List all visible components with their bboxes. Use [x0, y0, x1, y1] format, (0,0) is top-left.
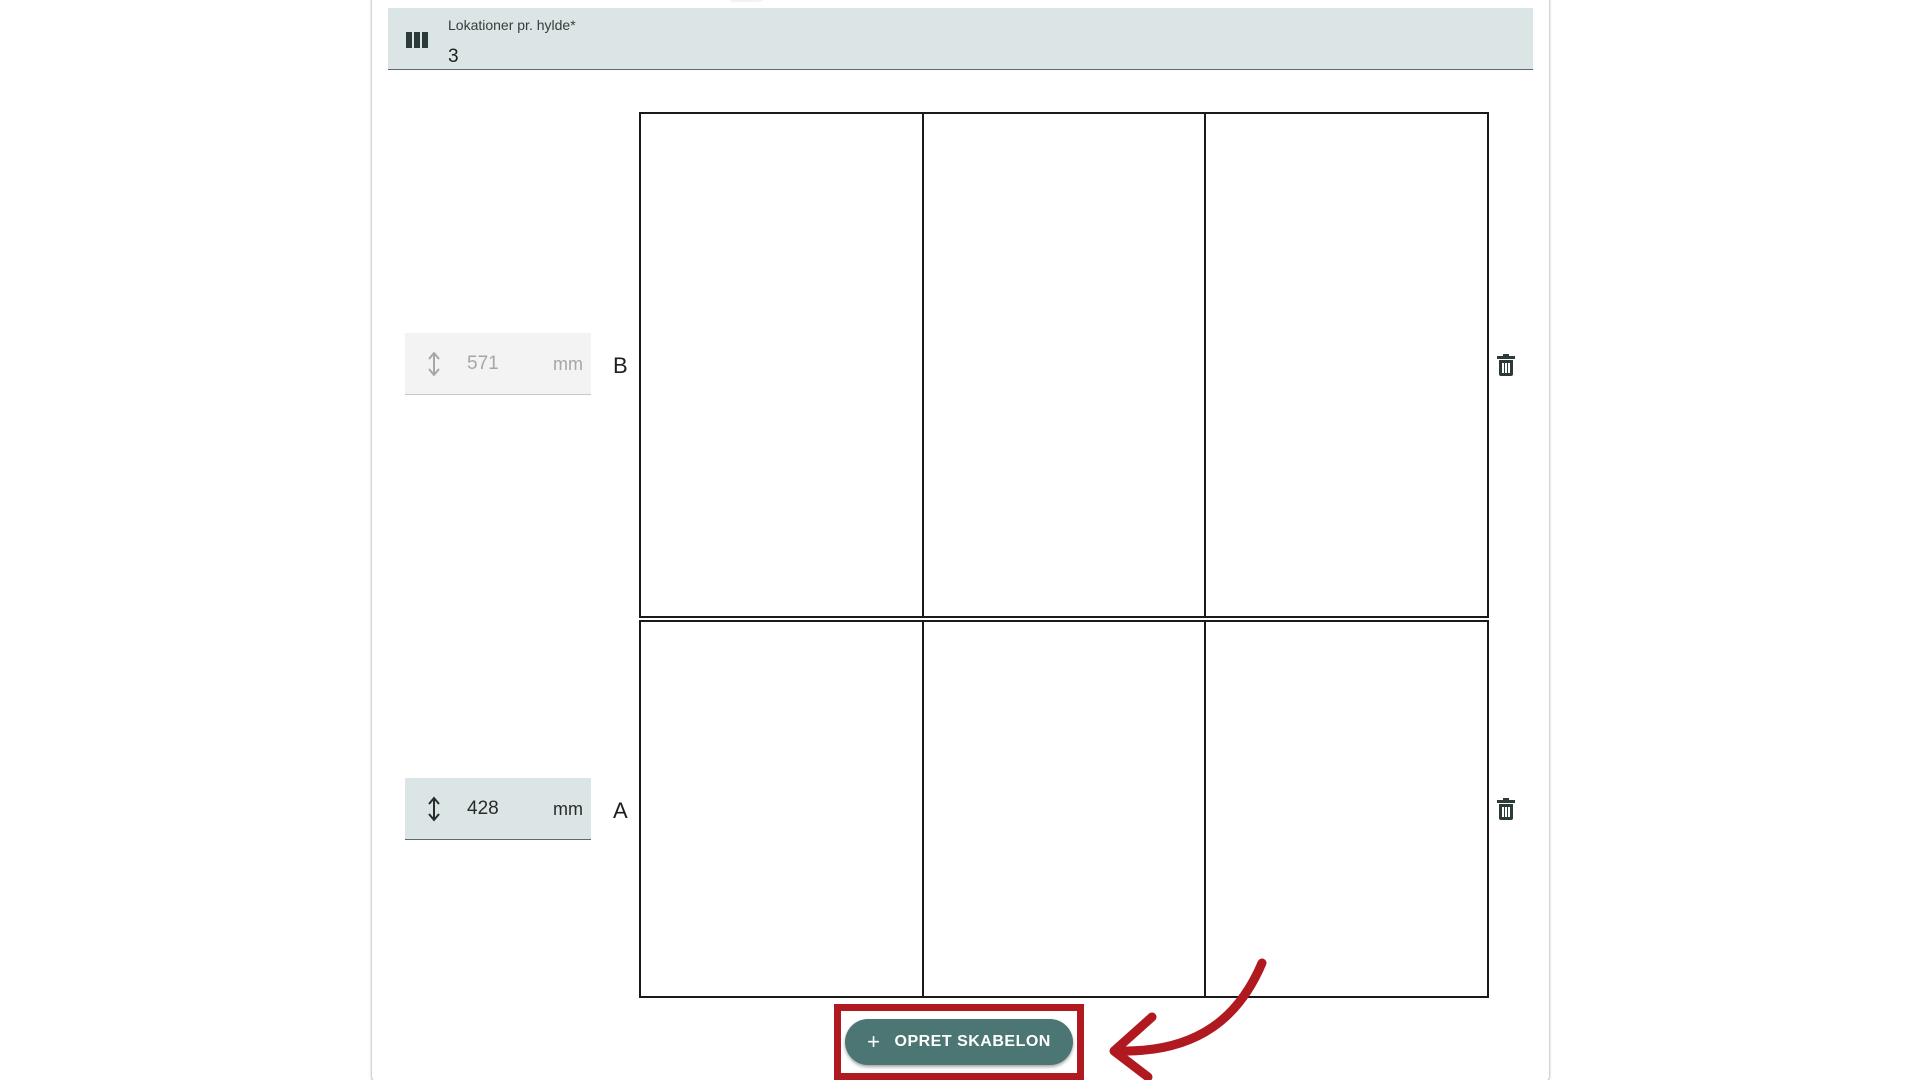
create-template-button[interactable]: + OPRET SKABELON	[845, 1019, 1073, 1065]
shelf-b-label: B	[613, 353, 628, 378]
page: Lokationer pr. hylde* 3 571 mm B 428 mm …	[0, 0, 1920, 1080]
shelf-b	[639, 112, 1489, 618]
shelf-b-location-cell[interactable]	[641, 114, 924, 616]
trash-icon[interactable]	[1497, 798, 1515, 820]
locations-per-shelf-value[interactable]: 3	[448, 46, 459, 68]
shelf-b-height-value[interactable]: 571	[467, 353, 499, 375]
shelf-a-height-input[interactable]: 428 mm	[405, 778, 591, 840]
shelf-a-label: A	[613, 798, 628, 823]
columns-icon	[406, 32, 428, 48]
shelf-a-height-unit: mm	[553, 799, 583, 819]
shelf-a	[639, 620, 1489, 998]
shelf-a-height-value[interactable]: 428	[467, 798, 499, 820]
plus-icon: +	[867, 1029, 881, 1054]
shelf-a-location-cell[interactable]	[923, 622, 1207, 996]
shelf-b-height-input[interactable]: 571 mm	[405, 333, 591, 395]
locations-per-shelf-field[interactable]: Lokationer pr. hylde* 3	[388, 8, 1533, 70]
shelf-b-location-cell[interactable]	[923, 114, 1207, 616]
shelf-a-location-cell[interactable]	[641, 622, 924, 996]
create-template-label: OPRET SKABELON	[894, 1033, 1051, 1050]
shelf-b-location-cell[interactable]	[1206, 114, 1488, 616]
vertical-resize-icon	[428, 796, 440, 822]
shelf-a-location-cell[interactable]	[1206, 622, 1488, 996]
shelf-b-height-unit: mm	[553, 354, 583, 374]
vertical-resize-icon	[428, 351, 440, 377]
locations-per-shelf-label: Lokationer pr. hylde*	[448, 17, 576, 33]
trash-icon[interactable]	[1497, 354, 1515, 376]
